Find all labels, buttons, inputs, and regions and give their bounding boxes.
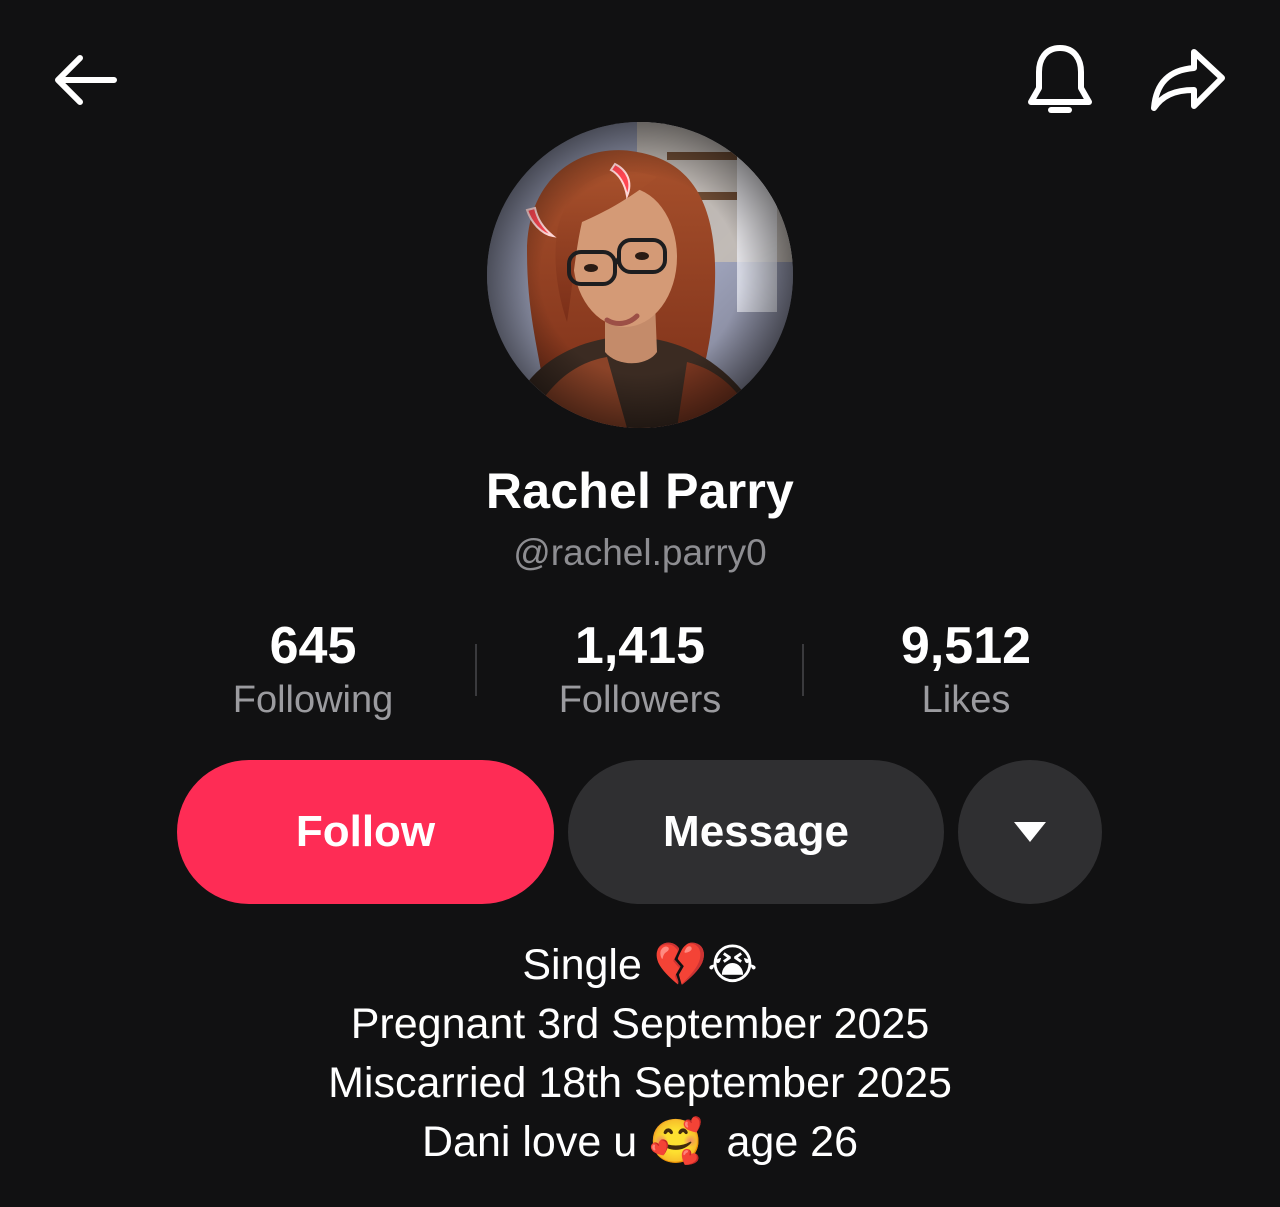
following-stat[interactable]: 645 Following [163, 614, 463, 722]
username: @rachel.parry0 [513, 532, 767, 573]
share-button[interactable] [1140, 36, 1236, 124]
notification-bell-button[interactable] [1015, 38, 1105, 122]
stats-divider [802, 644, 804, 696]
bio: Single 💔😭 Pregnant 3rd September 2025 Mi… [0, 936, 1280, 1172]
bio-line: Miscarried 18th September 2025 [328, 1059, 952, 1107]
followers-count: 1,415 [574, 617, 706, 675]
bio-line: Single 💔😭 [522, 941, 758, 989]
avatar[interactable] [487, 122, 793, 428]
bio-line: Dani love u 🥰 age 26 [421, 1118, 859, 1166]
followers-stat[interactable]: 1,415 Followers [490, 614, 790, 722]
likes-stat[interactable]: 9,512 Likes [816, 614, 1116, 722]
bell-icon [1028, 45, 1092, 113]
followers-label: Followers [558, 679, 722, 721]
back-button[interactable] [40, 40, 130, 120]
message-button[interactable]: Message [568, 760, 944, 904]
share-arrow-icon [1151, 49, 1225, 111]
likes-label: Likes [921, 679, 1011, 721]
likes-count: 9,512 [900, 617, 1032, 675]
stats-divider [475, 644, 477, 696]
following-label: Following [232, 679, 394, 721]
more-options-button[interactable] [958, 760, 1102, 904]
profile-photo-image [487, 122, 793, 428]
following-count: 645 [269, 617, 357, 675]
display-name: Rachel Parry [485, 463, 795, 519]
caret-down-icon [1014, 822, 1046, 842]
arrow-left-icon [55, 55, 117, 105]
follow-button[interactable]: Follow [177, 760, 554, 904]
bio-line: Pregnant 3rd September 2025 [350, 1000, 930, 1048]
message-button-label: Message [663, 807, 849, 856]
follow-button-label: Follow [295, 807, 436, 856]
